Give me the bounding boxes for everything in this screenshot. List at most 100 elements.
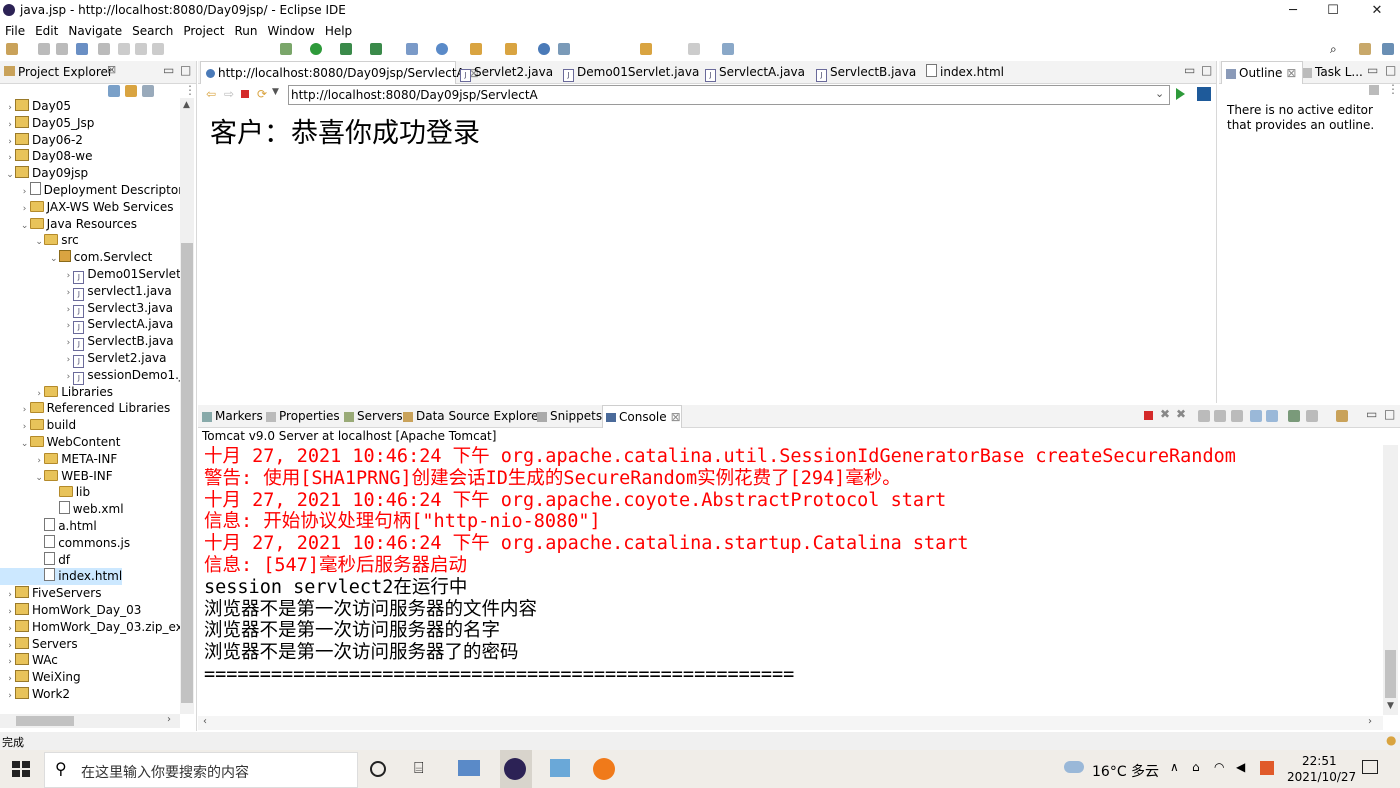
tab-outline[interactable]: Outline ⊠ (1221, 61, 1303, 84)
terminate-console-icon[interactable] (1144, 411, 1153, 420)
open-task-icon[interactable] (558, 43, 570, 55)
tree-item[interactable]: ⌄ Java Resources (0, 216, 137, 233)
scroll-down-icon[interactable]: ▼ (1387, 701, 1394, 711)
tab-demo01servlet[interactable]: J Demo01Servlet.java (563, 61, 699, 83)
tab-console[interactable]: Console ⊠ (602, 405, 682, 428)
tree-item[interactable]: › FiveServers (0, 585, 101, 602)
maximize-view-icon[interactable]: □ (180, 63, 191, 77)
save-icon[interactable] (38, 43, 50, 55)
maximize-button[interactable]: ☐ (1310, 0, 1356, 22)
view-menu-icon[interactable]: ⋮ (184, 83, 196, 97)
save-all-icon[interactable] (56, 43, 68, 55)
menu-navigate[interactable]: Navigate (63, 22, 127, 40)
scroll-left-icon[interactable]: ‹ (203, 716, 207, 727)
terminate-icon[interactable] (152, 43, 164, 55)
new-java-icon[interactable] (436, 43, 448, 55)
volume-icon[interactable]: ◀ (1236, 760, 1245, 774)
console-hscrollbar[interactable]: ‹ › (198, 716, 1383, 730)
tree-item[interactable]: › Servers (0, 636, 78, 653)
taskbar-search-box[interactable]: ⚲ 在这里输入你要搜索的内容 (44, 752, 358, 788)
back-icon[interactable]: ⇦ (206, 87, 216, 101)
pin-icon[interactable] (722, 43, 734, 55)
notepad-app-icon[interactable] (550, 759, 570, 777)
close-button[interactable]: ✕ (1354, 0, 1400, 22)
new-server-icon[interactable] (406, 43, 418, 55)
chevron-down-icon[interactable]: ⌄ (1155, 87, 1164, 100)
show-on-stderr-icon[interactable] (1266, 410, 1278, 422)
menu-help[interactable]: Help (320, 22, 357, 40)
close-icon[interactable]: ⊠ (671, 410, 681, 424)
open-console-icon[interactable] (1336, 410, 1348, 422)
forward-icon[interactable]: ⇨ (224, 87, 234, 101)
minimize-view-icon[interactable]: ▭ (1366, 407, 1377, 421)
clock-time[interactable]: 22:51 (1302, 754, 1337, 768)
search-tool-icon[interactable] (505, 43, 517, 55)
tree-item[interactable]: lib (0, 484, 90, 501)
tree-item[interactable]: › Day06-2 (0, 132, 83, 149)
terminal-icon[interactable] (76, 43, 88, 55)
tree-item[interactable]: › Libraries (0, 384, 113, 401)
wifi-icon[interactable]: ◠ (1214, 760, 1224, 774)
input-method-icon[interactable] (1260, 761, 1274, 775)
suspend-icon[interactable] (135, 43, 147, 55)
tab-servlectb[interactable]: J ServlectB.java (816, 61, 916, 83)
tab-servlet2[interactable]: J Servlet2.java (460, 61, 553, 83)
tree-item[interactable]: › JAX-WS Web Services (0, 199, 174, 216)
scroll-right-icon[interactable]: › (1368, 716, 1372, 727)
lightbulb-icon[interactable]: ● (1386, 733, 1396, 747)
explorer-hscrollbar[interactable]: › (0, 714, 180, 728)
display-console-icon[interactable] (1306, 410, 1318, 422)
menu-search[interactable]: Search (127, 22, 178, 40)
remove-all-icon[interactable]: ✖ (1176, 407, 1186, 421)
tree-item[interactable]: › WeiXing (0, 669, 81, 686)
tree-item[interactable]: ⌄ com.Servlect (0, 249, 152, 266)
tree-item[interactable]: › META-INF (0, 451, 117, 468)
menu-run[interactable]: Run (229, 22, 262, 40)
tab-data-source-explorer[interactable]: Data Source Explorer (403, 405, 543, 427)
tab-task-list[interactable]: Task L... (1303, 61, 1363, 83)
maximize-view-icon[interactable]: □ (1384, 407, 1395, 421)
tree-item[interactable]: › build (0, 417, 76, 434)
tree-item[interactable]: › JsessionDemo1.ja (0, 367, 180, 385)
chevron-up-icon[interactable]: ∧ (1170, 760, 1179, 774)
scroll-lock-icon[interactable] (1214, 410, 1226, 422)
tree-item[interactable]: › Day05 (0, 98, 71, 115)
tree-item[interactable]: › J ServlectB.java (0, 333, 174, 352)
minimize-view-icon[interactable]: ▭ (1184, 63, 1195, 77)
tab-browser[interactable]: http://localhost:8080/Day09jsp/ServlectA… (200, 61, 479, 84)
console-scroll-thumb[interactable] (1385, 650, 1396, 698)
hscroll-thumb[interactable] (16, 716, 74, 726)
menu-project[interactable]: Project (178, 22, 229, 40)
network-icon[interactable]: ⌂ (1192, 760, 1200, 774)
computer-app-icon[interactable] (458, 760, 480, 776)
task-view-icon[interactable]: ⌸ (414, 758, 424, 778)
tree-item[interactable]: index.html (0, 568, 123, 586)
tree-item[interactable]: › WAc (0, 652, 58, 669)
scroll-right-icon[interactable]: › (167, 714, 171, 725)
tree-item[interactable]: › J ServlectA.java (0, 316, 173, 335)
tree-item[interactable]: › Day05_Jsp (0, 115, 94, 132)
skip-breakpoints-icon[interactable] (98, 43, 110, 55)
show-on-stdout-icon[interactable] (1250, 410, 1262, 422)
tree-item[interactable]: commons.js (0, 534, 130, 552)
chevron-right-icon[interactable]: › (5, 688, 15, 705)
url-field[interactable]: http://localhost:8080/Day09jsp/ServlectA… (288, 85, 1170, 105)
maximize-view-icon[interactable]: □ (1385, 63, 1396, 77)
run-icon[interactable] (310, 43, 322, 55)
tree-item[interactable]: web.xml (0, 501, 124, 518)
tree-item[interactable]: › J Servlet2.java (0, 350, 166, 368)
windows-start-icon[interactable] (12, 761, 30, 777)
notification-icon[interactable] (1362, 760, 1378, 774)
tab-markers[interactable]: Markers (202, 405, 263, 427)
web-browser-icon[interactable] (538, 43, 550, 55)
go-icon[interactable] (1176, 88, 1185, 100)
menu-window[interactable]: Window (262, 22, 319, 40)
tree-item[interactable]: › J Demo01Servlet.j (0, 266, 180, 284)
external-tools-icon[interactable] (370, 43, 382, 55)
tree-item[interactable]: ⌄ WEB-INF (0, 468, 112, 485)
filter-icon[interactable] (142, 85, 154, 97)
tree-item[interactable]: › Deployment Descriptor: (0, 182, 180, 199)
tree-item[interactable]: a.html (0, 518, 97, 535)
explorer-vscrollbar[interactable]: ▲ (180, 98, 194, 714)
chevron-down-icon[interactable]: ▼ (272, 87, 279, 97)
